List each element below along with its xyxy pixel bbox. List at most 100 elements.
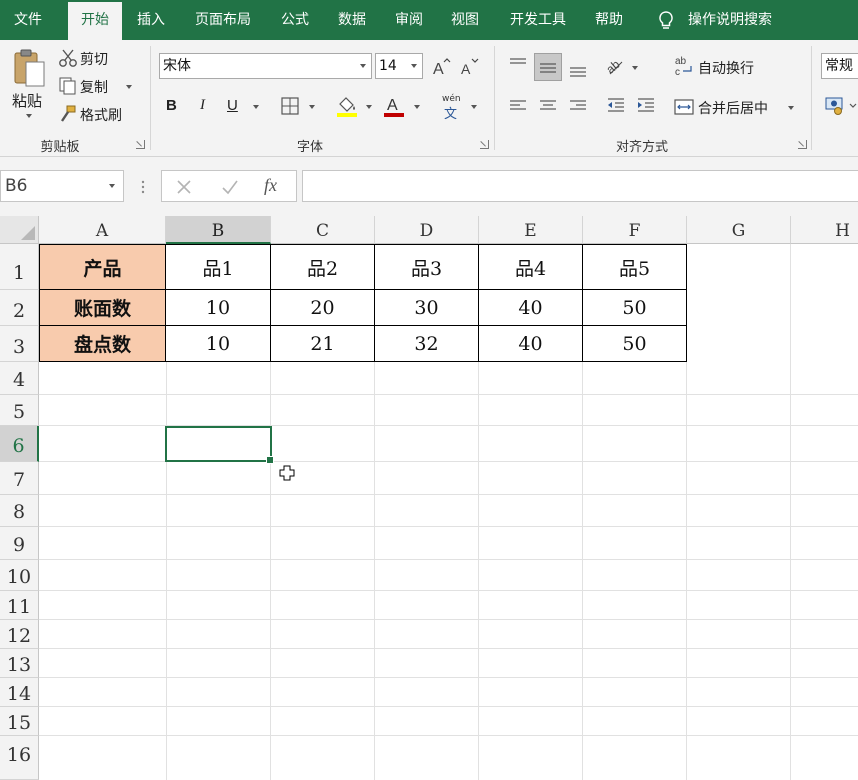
currency-format-button[interactable]: [824, 94, 858, 118]
table-cell[interactable]: 20: [271, 290, 375, 326]
fill-color-dropdown-icon[interactable]: [366, 105, 372, 109]
table-row-label[interactable]: 盘点数: [39, 326, 166, 362]
column-header-h[interactable]: H: [791, 216, 858, 244]
tab-developer[interactable]: 开发工具: [498, 0, 578, 40]
align-center-button[interactable]: [536, 94, 560, 118]
row-header-4[interactable]: 4: [0, 362, 39, 395]
row-header-14[interactable]: 14: [0, 678, 39, 707]
bottom-align-button[interactable]: [566, 54, 590, 80]
column-header-f[interactable]: F: [583, 216, 687, 244]
table-row-label[interactable]: 账面数: [39, 290, 166, 326]
row-header-5[interactable]: 5: [0, 395, 39, 426]
copy-dropdown-icon[interactable]: [126, 85, 132, 89]
underline-button[interactable]: U: [227, 97, 238, 114]
tab-help[interactable]: 帮助: [586, 0, 632, 40]
column-header-b[interactable]: B: [166, 216, 271, 244]
enter-check-icon[interactable]: [220, 177, 240, 197]
active-cell-b6[interactable]: [165, 426, 274, 464]
decrease-indent-button[interactable]: [604, 94, 628, 118]
clipboard-launcher-icon[interactable]: [136, 140, 145, 149]
table-header-cell[interactable]: 品5: [583, 244, 687, 290]
table-cell[interactable]: 21: [271, 326, 375, 362]
tab-review[interactable]: 审阅: [386, 0, 432, 40]
row-header-8[interactable]: 8: [0, 495, 39, 527]
tab-view[interactable]: 视图: [442, 0, 488, 40]
font-size-combo[interactable]: 14: [375, 53, 423, 79]
font-size-dropdown-icon[interactable]: [411, 64, 417, 68]
font-launcher-icon[interactable]: [480, 140, 489, 149]
table-header-cell[interactable]: 品1: [166, 244, 271, 290]
tab-formulas[interactable]: 公式: [272, 0, 318, 40]
row-header-7[interactable]: 7: [0, 462, 39, 495]
orientation-button[interactable]: ab: [603, 54, 628, 78]
row-header-1[interactable]: 1: [0, 244, 39, 290]
font-name-combo[interactable]: 宋体: [159, 53, 372, 79]
row-header-6[interactable]: 6: [0, 426, 39, 462]
paste-button[interactable]: 粘贴: [8, 46, 52, 118]
insert-function-button[interactable]: fx: [264, 175, 277, 196]
merge-center-dropdown-icon[interactable]: [788, 106, 794, 110]
decrease-font-button[interactable]: A: [458, 56, 480, 78]
table-cell[interactable]: 50: [583, 326, 687, 362]
orientation-dropdown-icon[interactable]: [632, 66, 638, 70]
tab-data[interactable]: 数据: [328, 0, 376, 40]
align-left-button[interactable]: [506, 94, 530, 118]
font-name-dropdown-icon[interactable]: [360, 64, 366, 68]
fill-color-button[interactable]: [336, 94, 358, 118]
row-header-2[interactable]: 2: [0, 290, 39, 326]
phonetic-dropdown-icon[interactable]: [471, 105, 477, 109]
number-format-combo[interactable]: 常规: [821, 53, 858, 79]
table-header-cell[interactable]: 品3: [375, 244, 479, 290]
table-cell[interactable]: 50: [583, 290, 687, 326]
tab-file[interactable]: 文件: [0, 0, 56, 40]
cut-button[interactable]: 剪切: [56, 48, 146, 70]
phonetic-button[interactable]: wén 文: [440, 94, 464, 122]
row-header-16[interactable]: 16: [0, 736, 39, 780]
merge-center-button[interactable]: 合并后居中: [674, 94, 800, 120]
font-color-button[interactable]: A: [383, 94, 405, 118]
row-header-10[interactable]: 10: [0, 560, 39, 591]
row-header-12[interactable]: 12: [0, 620, 39, 649]
table-cell[interactable]: 10: [166, 326, 271, 362]
align-right-button[interactable]: [566, 94, 590, 118]
name-box[interactable]: B6: [0, 170, 124, 202]
table-cell[interactable]: 40: [479, 326, 583, 362]
column-header-c[interactable]: C: [271, 216, 375, 244]
column-header-a[interactable]: A: [39, 216, 166, 244]
tell-me-search[interactable]: 操作说明搜索: [652, 0, 858, 40]
select-all-button[interactable]: [0, 216, 39, 244]
increase-font-button[interactable]: A: [430, 56, 452, 78]
middle-align-button[interactable]: [534, 53, 562, 81]
underline-dropdown-icon[interactable]: [253, 105, 259, 109]
formula-input[interactable]: [302, 170, 858, 202]
row-header-3[interactable]: 3: [0, 326, 39, 362]
name-box-dropdown-icon[interactable]: [109, 184, 115, 188]
font-color-dropdown-icon[interactable]: [414, 105, 420, 109]
italic-button[interactable]: I: [200, 97, 205, 114]
tab-page-layout[interactable]: 页面布局: [184, 0, 262, 40]
alignment-launcher-icon[interactable]: [798, 140, 807, 149]
wrap-text-button[interactable]: ab c 自动换行: [674, 54, 774, 80]
copy-button[interactable]: 复制: [56, 76, 146, 98]
table-cell[interactable]: 30: [375, 290, 479, 326]
tab-insert[interactable]: 插入: [128, 0, 174, 40]
borders-button[interactable]: [280, 96, 300, 116]
table-header-cell[interactable]: 品2: [271, 244, 375, 290]
row-header-15[interactable]: 15: [0, 707, 39, 736]
top-align-button[interactable]: [506, 54, 530, 80]
borders-dropdown-icon[interactable]: [309, 105, 315, 109]
table-header-cell[interactable]: 品4: [479, 244, 583, 290]
row-header-9[interactable]: 9: [0, 527, 39, 560]
column-header-d[interactable]: D: [375, 216, 479, 244]
row-header-13[interactable]: 13: [0, 649, 39, 678]
increase-indent-button[interactable]: [634, 94, 658, 118]
table-cell[interactable]: 32: [375, 326, 479, 362]
tab-home[interactable]: 开始: [68, 2, 122, 40]
cancel-icon[interactable]: [174, 177, 194, 197]
bold-button[interactable]: B: [166, 97, 177, 114]
table-cell[interactable]: 40: [479, 290, 583, 326]
table-header-cell[interactable]: 产品: [39, 244, 166, 290]
column-header-g[interactable]: G: [687, 216, 791, 244]
column-header-e[interactable]: E: [479, 216, 583, 244]
table-cell[interactable]: 10: [166, 290, 271, 326]
